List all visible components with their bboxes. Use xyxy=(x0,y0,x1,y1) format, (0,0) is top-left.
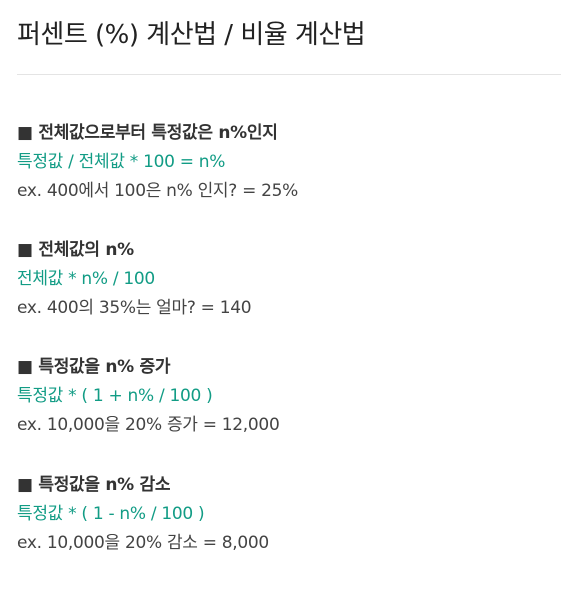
section-formula: 특정값 * ( 1 - n% / 100 ) xyxy=(17,504,205,524)
section-heading: ■ 특정값을 n% 증가 xyxy=(17,357,171,377)
section-heading: ■ 전체값으로부터 특정값은 n%인지 xyxy=(17,123,278,143)
section-example: ex. 10,000을 20% 증가 = 12,000 xyxy=(17,415,280,435)
section-heading: ■ 전체값의 n% xyxy=(17,240,134,260)
section-example: ex. 10,000을 20% 감소 = 8,000 xyxy=(17,533,269,553)
title-divider xyxy=(17,74,561,75)
section-heading: ■ 특정값을 n% 감소 xyxy=(17,475,171,495)
section-decrease-by-percent: ■ 특정값을 n% 감소 특정값 * ( 1 - n% / 100 ) ex. … xyxy=(17,471,269,558)
section-example: ex. 400의 35%는 얼마? = 140 xyxy=(17,298,252,318)
section-n-percent-of-total: ■ 전체값의 n% 전체값 * n% / 100 ex. 400의 35%는 얼… xyxy=(17,236,252,323)
section-increase-by-percent: ■ 특정값을 n% 증가 특정값 * ( 1 + n% / 100 ) ex. … xyxy=(17,353,280,440)
section-formula: 특정값 / 전체값 * 100 = n% xyxy=(17,152,226,172)
section-example: ex. 400에서 100은 n% 인지? = 25% xyxy=(17,181,299,201)
page-title: 퍼센트 (%) 계산법 / 비율 계산법 xyxy=(17,20,366,50)
section-formula: 특정값 * ( 1 + n% / 100 ) xyxy=(17,386,213,406)
section-percent-of-total: ■ 전체값으로부터 특정값은 n%인지 특정값 / 전체값 * 100 = n%… xyxy=(17,119,298,206)
section-formula: 전체값 * n% / 100 xyxy=(17,269,155,289)
